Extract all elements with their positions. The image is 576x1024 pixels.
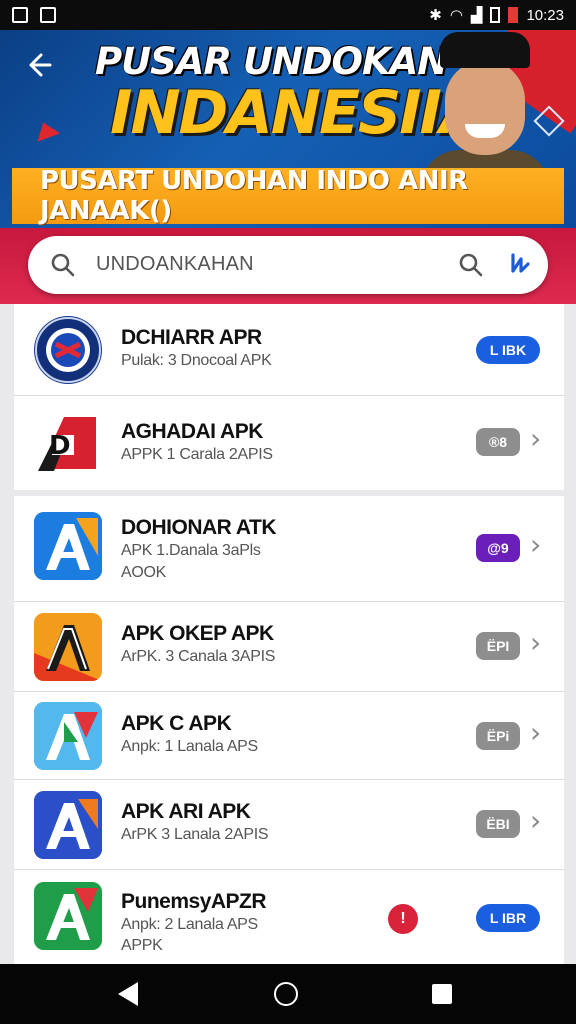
app-subtitle: ArPK 3 Lanala 2APIS [121,826,269,843]
bluetooth-icon: ✱ [429,7,442,24]
app-subtitle: APPK 1 Carala 2APIS [121,446,273,463]
status-time: 10:23 [526,6,564,24]
app-subtitle-secondary: APPK [121,937,163,954]
status-notifications [12,7,56,23]
list-item[interactable]: APK ARI APK ArPK 3 Lanala 2APIS ЁBI › [14,780,564,870]
app-logo-icon [34,702,102,770]
list-item[interactable]: APK OKEP APK ArPK. 3 Canala 3APIS ЁPI › [14,602,564,692]
navigation-bar [0,964,576,1024]
chevron-right-icon[interactable]: › [530,716,541,749]
search-placeholder: UNDOANKAHAN [96,253,254,275]
wifi-icon: ◠ [449,7,463,24]
app-subtitle: Anpk: 1 Lanala APS [121,738,258,755]
list-item[interactable]: DCHIARR APR Pulak: 3 Dnocoal APK L IBK [14,304,564,396]
svg-text:D: D [49,431,71,461]
app-list: DCHIARR APR Pulak: 3 Dnocoal APK L IBK D… [14,304,564,964]
nav-home-icon[interactable] [274,982,298,1006]
status-badge[interactable]: @9 [476,534,520,562]
app-logo-icon [34,512,102,580]
chevron-right-icon[interactable]: › [530,528,541,561]
search-icon [50,252,76,283]
app-logo-icon [34,316,102,384]
chevron-right-icon[interactable]: › [530,804,541,837]
back-arrow-icon[interactable] [20,50,56,86]
app-title: APK C APK [121,712,232,735]
status-indicators: ✱ ◠ ▟ 10:23 [429,6,564,25]
alert-icon[interactable]: ! [388,904,418,934]
app-subtitle: Anpk: 2 Lanala APS [121,916,258,933]
banner-strip: PUSART UNDOHAN INDO ANIR JANAAK() [12,166,564,226]
app-subtitle-secondary: AOOK [121,564,167,581]
status-badge[interactable]: L IBK [476,336,540,364]
app-subtitle: APK 1.Danala 3aPls [121,542,261,559]
chevron-right-icon[interactable]: › [530,626,541,659]
chevron-right-icon[interactable]: › [530,422,541,455]
search-band: UNDOANKAHAN [0,228,576,304]
list-item[interactable]: APK C APK Anpk: 1 Lanala APS ЁPi › [14,692,564,780]
app-subtitle: ArPK. 3 Canala 3APIS [121,648,276,665]
list-item[interactable]: PunemsyAPZR Anpk: 2 Lanala APS APPK ! L … [14,870,564,964]
app-logo-icon [34,882,102,950]
app-title: APK ARI APK [121,800,251,823]
app-title: PunemsyAPZR [121,890,267,913]
battery-icon [490,7,501,23]
list-item[interactable]: D AGHADAI APK APPK 1 Carala 2APIS ®8 › [14,396,564,490]
battery-low-icon [508,7,519,23]
search-input[interactable]: UNDOANKAHAN [28,236,548,294]
image-notification-icon [40,7,56,23]
app-title: DOHIONAR ATK [121,516,277,539]
app-title: APK OKEP APK [121,622,274,645]
gallery-notification-icon [12,7,28,23]
nav-recents-icon[interactable] [432,984,452,1004]
voice-search-icon[interactable] [506,249,536,279]
app-title: AGHADAI APK [121,420,263,443]
status-badge[interactable]: ®8 [476,428,520,456]
triangle-decoration-icon [31,118,61,142]
portrait-image [420,32,550,190]
status-bar: ✱ ◠ ▟ 10:23 [0,0,576,30]
banner-title: PUSAR UNDOKAN [95,40,448,83]
list-item[interactable]: DOHIONAR ATK APK 1.Danala 3aPls AOOK @9 … [14,496,564,602]
banner-subtitle: INDANESIIA [110,78,486,148]
hero-banner: PUSAR UNDOKAN INDANESIIA PUSART UNDOHAN … [0,30,576,228]
app-subtitle: Pulak: 3 Dnocoal APK [121,352,272,369]
nav-back-icon[interactable] [118,982,138,1006]
app-logo-icon [34,791,102,859]
app-logo-icon [34,613,102,681]
app-card: DCHIARR APR Pulak: 3 Dnocoal APK L IBK D… [14,304,564,490]
search-submit-icon[interactable] [458,252,484,283]
app-logo-icon: D [34,409,102,477]
status-badge[interactable]: ЁPi [476,722,520,750]
status-badge[interactable]: ЁBI [476,810,520,838]
status-badge[interactable]: L IBR [476,904,540,932]
app-title: DCHIARR APR [121,326,262,349]
app-card: DOHIONAR ATK APK 1.Danala 3aPls AOOK @9 … [14,496,564,964]
status-badge[interactable]: ЁPI [476,632,520,660]
signal-icon: ▟ [470,7,483,24]
